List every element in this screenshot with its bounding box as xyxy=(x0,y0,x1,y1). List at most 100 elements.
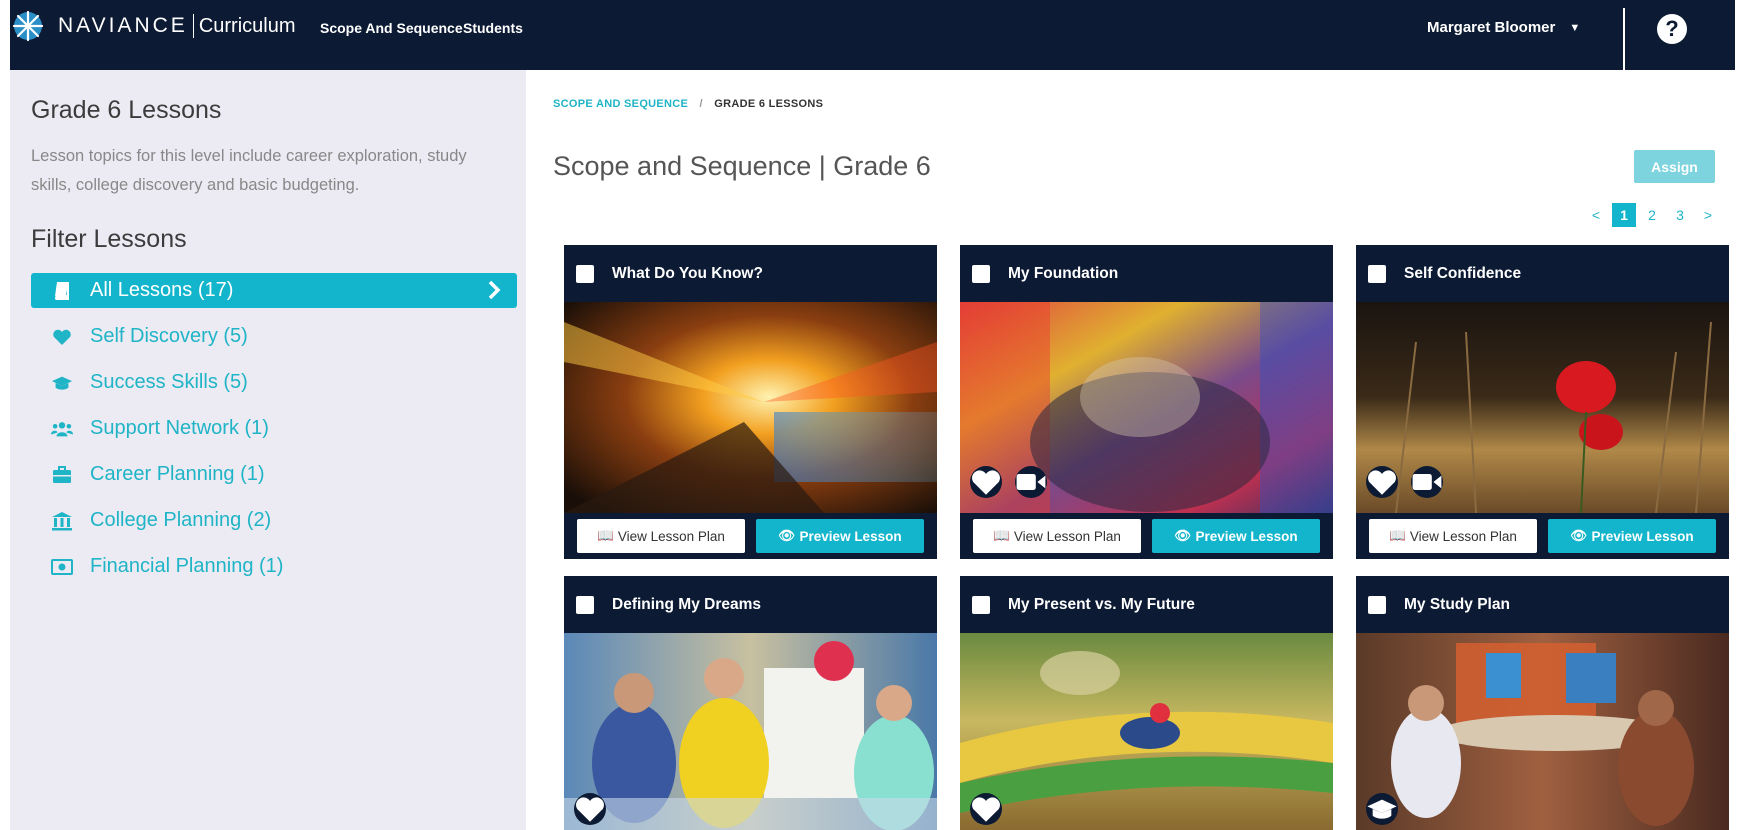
filter-financial-planning[interactable]: Financial Planning (1) xyxy=(31,549,517,584)
lesson-checkbox[interactable] xyxy=(1368,264,1386,283)
lesson-image xyxy=(960,302,1333,513)
view-lesson-plan-button[interactable]: 📖 View Lesson Plan xyxy=(1369,519,1537,553)
lesson-card: Defining My Dreams xyxy=(564,576,937,830)
book-icon: 📖 xyxy=(993,528,1010,543)
lesson-image xyxy=(960,633,1333,830)
breadcrumb-scope-and-sequence[interactable]: SCOPE AND SEQUENCE xyxy=(553,98,688,110)
filter-label: Self Discovery (5) xyxy=(90,325,248,347)
heart-icon xyxy=(1366,466,1398,498)
money-icon xyxy=(51,557,73,577)
view-lesson-plan-label: View Lesson Plan xyxy=(1409,528,1517,544)
nav-students[interactable]: Students xyxy=(463,20,523,36)
lesson-image xyxy=(1356,302,1729,513)
lesson-checkbox[interactable] xyxy=(576,595,594,614)
view-lesson-plan-label: View Lesson Plan xyxy=(1013,528,1121,544)
logo-divider xyxy=(192,14,194,38)
filter-title: Filter Lessons xyxy=(31,225,187,253)
filter-self-discovery[interactable]: Self Discovery (5) xyxy=(31,319,517,354)
user-name: Margaret Bloomer xyxy=(1427,19,1556,36)
book-icon xyxy=(51,281,73,301)
lesson-card: What Do You Know? 📖 View Lesson Plan 👁 P… xyxy=(564,245,937,559)
breadcrumb-current: GRADE 6 LESSONS xyxy=(714,98,824,110)
heart-icon xyxy=(970,466,1002,498)
lesson-card: Self Confidence 📖 View Lesson Plan 👁 Pre… xyxy=(1356,245,1729,559)
lesson-card-header: Defining My Dreams xyxy=(564,576,937,633)
lesson-card: My Study Plan xyxy=(1356,576,1729,830)
lesson-title: My Present vs. My Future xyxy=(1008,595,1195,613)
filter-label: All Lessons (17) xyxy=(90,279,234,301)
sidebar-description: Lesson topics for this level include car… xyxy=(31,147,467,194)
breadcrumb-separator: / xyxy=(699,98,703,110)
graduation-cap-icon xyxy=(51,373,73,393)
lesson-checkbox[interactable] xyxy=(972,264,990,283)
filter-label: Support Network (1) xyxy=(90,417,269,439)
nav-scope-and-sequence[interactable]: Scope And Sequence xyxy=(320,20,463,36)
chevron-right-icon xyxy=(487,280,501,306)
video-icon xyxy=(1411,466,1443,498)
lesson-title: My Foundation xyxy=(1008,264,1119,282)
lesson-actions: 📖 View Lesson Plan 👁 Preview Lesson xyxy=(564,513,937,559)
heart-icon xyxy=(51,327,73,347)
caret-down-icon: ▼ xyxy=(1569,21,1581,34)
video-icon xyxy=(1015,466,1047,498)
lesson-checkbox[interactable] xyxy=(1368,595,1386,614)
lesson-card: My Foundation 📖 View Lesson Plan 👁 Previ… xyxy=(960,245,1333,559)
page-prev[interactable]: < xyxy=(1584,203,1608,227)
page-1[interactable]: 1 xyxy=(1612,203,1636,227)
product-name: Curriculum xyxy=(198,14,296,37)
brand-name: NAVIANCE xyxy=(58,14,188,37)
lesson-image xyxy=(564,302,937,513)
institution-icon xyxy=(51,511,73,531)
page-2[interactable]: 2 xyxy=(1640,203,1664,227)
star-logo-icon xyxy=(12,10,44,42)
filter-success-skills[interactable]: Success Skills (5) xyxy=(31,365,517,400)
lesson-card-header: What Do You Know? xyxy=(564,245,937,302)
filter-label: College Planning (2) xyxy=(90,509,272,531)
lesson-image xyxy=(564,633,937,830)
preview-lesson-button[interactable]: 👁 Preview Lesson xyxy=(1152,519,1320,553)
filter-college-planning[interactable]: College Planning (2) xyxy=(31,503,517,538)
lesson-card-header: My Study Plan xyxy=(1356,576,1729,633)
assign-button[interactable]: Assign xyxy=(1634,150,1715,183)
graduation-cap-icon xyxy=(1366,793,1398,825)
lesson-actions: 📖 View Lesson Plan 👁 Preview Lesson xyxy=(960,513,1333,559)
view-lesson-plan-button[interactable]: 📖 View Lesson Plan xyxy=(973,519,1141,553)
lesson-card: My Present vs. My Future xyxy=(960,576,1333,830)
filter-label: Financial Planning (1) xyxy=(90,555,284,577)
preview-lesson-label: Preview Lesson xyxy=(1591,528,1694,544)
preview-lesson-label: Preview Lesson xyxy=(1195,528,1298,544)
eye-icon: 👁 xyxy=(778,528,796,543)
lesson-card-header: My Present vs. My Future xyxy=(960,576,1333,633)
preview-lesson-button[interactable]: 👁 Preview Lesson xyxy=(1548,519,1716,553)
people-icon xyxy=(51,419,73,439)
lesson-title: Defining My Dreams xyxy=(612,595,762,613)
lesson-card-header: Self Confidence xyxy=(1356,245,1729,302)
breadcrumb: SCOPE AND SEQUENCE / GRADE 6 LESSONS xyxy=(553,98,823,110)
preview-lesson-button[interactable]: 👁 Preview Lesson xyxy=(756,519,924,553)
page-next[interactable]: > xyxy=(1696,203,1720,227)
topbar-divider xyxy=(1623,8,1625,70)
naviance-logo[interactable]: NAVIANCE Curriculum xyxy=(10,8,296,44)
view-lesson-plan-label: View Lesson Plan xyxy=(617,528,725,544)
filter-support-network[interactable]: Support Network (1) xyxy=(31,411,517,446)
lesson-card-header: My Foundation xyxy=(960,245,1333,302)
view-lesson-plan-button[interactable]: 📖 View Lesson Plan xyxy=(577,519,745,553)
book-icon: 📖 xyxy=(597,528,614,543)
top-navigation-bar: NAVIANCE Curriculum Scope And Sequence S… xyxy=(10,0,1735,70)
filter-label: Career Planning (1) xyxy=(90,463,265,485)
filter-career-planning[interactable]: Career Planning (1) xyxy=(31,457,517,492)
filter-all-lessons[interactable]: All Lessons (17) xyxy=(31,273,517,308)
lesson-checkbox[interactable] xyxy=(576,264,594,283)
page-3[interactable]: 3 xyxy=(1668,203,1692,227)
lesson-checkbox[interactable] xyxy=(972,595,990,614)
heart-icon xyxy=(970,793,1002,825)
book-icon: 📖 xyxy=(1389,528,1406,543)
filter-list: All Lessons (17) Self Discovery (5) Succ… xyxy=(31,273,517,595)
lesson-title: Self Confidence xyxy=(1404,264,1522,282)
briefcase-icon xyxy=(51,465,73,485)
page-title: Scope and Sequence | Grade 6 xyxy=(553,151,931,181)
help-icon[interactable]: ? xyxy=(1657,14,1687,44)
user-menu[interactable]: Margaret Bloomer ▼ xyxy=(1427,19,1580,36)
eye-icon: 👁 xyxy=(1174,528,1192,543)
lesson-actions: 📖 View Lesson Plan 👁 Preview Lesson xyxy=(1356,513,1729,559)
